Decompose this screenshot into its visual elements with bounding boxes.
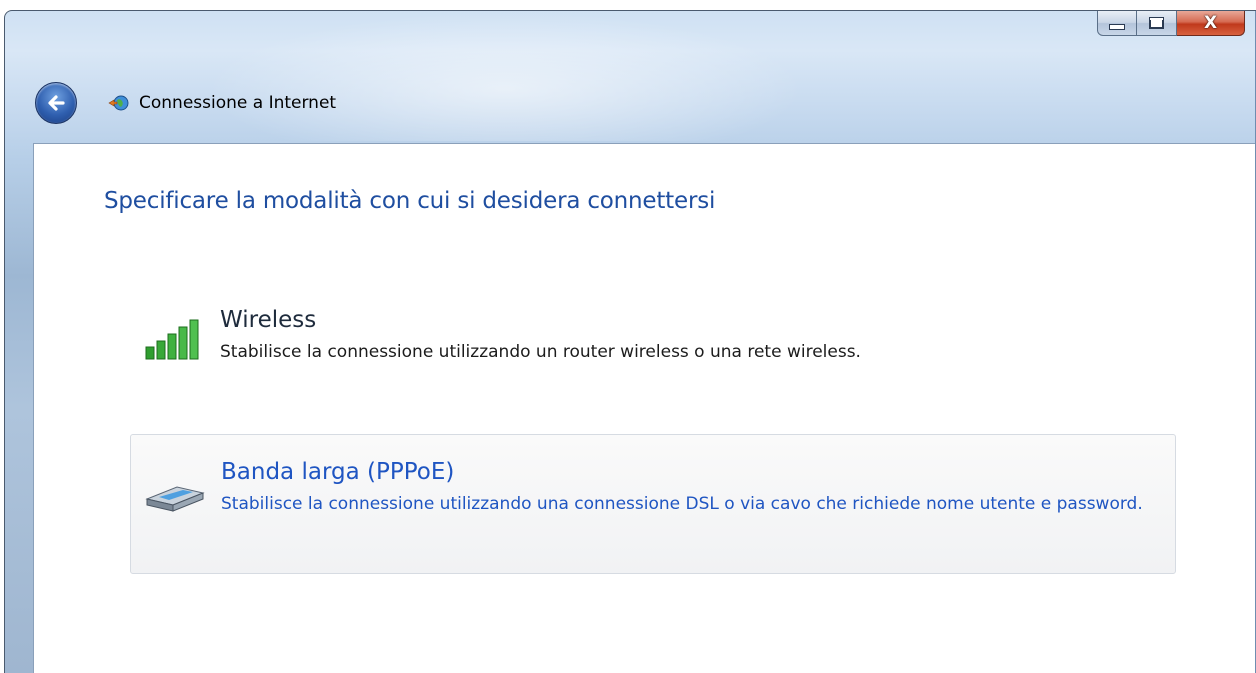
wizard-window: X Connessione a Internet Specificare la … <box>4 10 1256 673</box>
option-wireless-description: Stabilisce la connessione utilizzando un… <box>220 342 861 362</box>
option-wireless[interactable]: Wireless Stabilisce la connessione utili… <box>130 299 1176 389</box>
back-arrow-icon <box>48 95 65 111</box>
content-panel: Specificare la modalità con cui si desid… <box>33 143 1256 673</box>
page-title: Specificare la modalità con cui si desid… <box>104 188 716 214</box>
minimize-icon <box>1109 24 1125 30</box>
close-icon: X <box>1203 13 1218 33</box>
broadband-modem-icon <box>145 486 205 512</box>
back-button[interactable] <box>35 82 77 124</box>
minimize-button[interactable] <box>1097 11 1137 36</box>
close-button[interactable]: X <box>1177 11 1245 36</box>
option-broadband-pppoe[interactable]: Banda larga (PPPoE) Stabilisce la connes… <box>130 434 1176 574</box>
caption-buttons: X <box>1097 11 1245 37</box>
wireless-signal-icon <box>145 319 199 360</box>
option-wireless-title: Wireless <box>220 307 317 333</box>
nav-bar: Connessione a Internet <box>35 82 337 124</box>
option-pppoe-description: Stabilisce la connessione utilizzando un… <box>221 494 1143 514</box>
network-globe-icon <box>108 95 129 111</box>
maximize-button[interactable] <box>1137 11 1177 36</box>
maximize-icon <box>1149 17 1164 29</box>
option-pppoe-title: Banda larga (PPPoE) <box>221 459 455 485</box>
window-title: Connessione a Internet <box>139 93 337 113</box>
